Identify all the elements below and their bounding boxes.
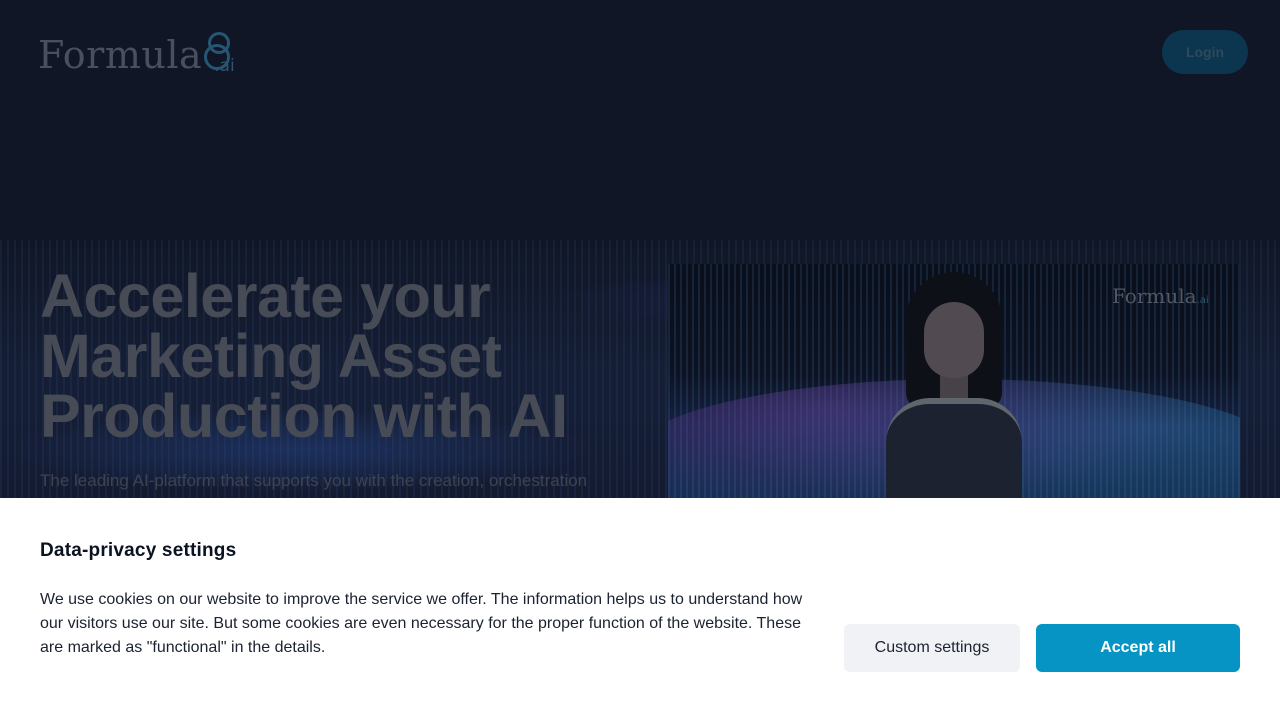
cookie-banner: Data-privacy settings We use cookies on … [0, 498, 1280, 720]
custom-settings-button[interactable]: Custom settings [844, 624, 1020, 672]
accept-all-button[interactable]: Accept all [1036, 624, 1240, 672]
dim-overlay [0, 0, 1280, 498]
cookie-banner-text: We use cookies on our website to improve… [40, 591, 803, 656]
cookie-banner-title: Data-privacy settings [40, 540, 237, 561]
